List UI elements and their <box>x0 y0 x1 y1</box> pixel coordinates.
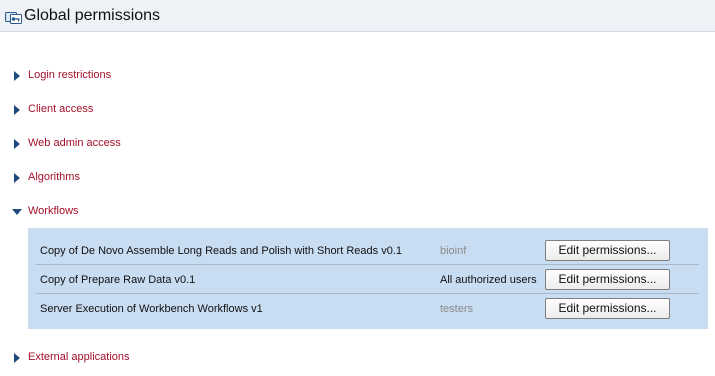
section-label[interactable]: Login restrictions <box>28 68 111 82</box>
expand-triangle-icon <box>14 139 20 149</box>
expand-triangle-icon <box>14 173 20 183</box>
page-header: Global permissions <box>0 0 715 32</box>
expand-triangle-icon <box>14 71 20 81</box>
section-label[interactable]: Web admin access <box>28 136 121 150</box>
workflow-group: bioinf <box>440 245 467 257</box>
page-title: Global permissions <box>24 7 161 24</box>
edit-permissions-button[interactable]: Edit permissions... <box>545 298 670 319</box>
workflow-row: Server Execution of Workbench Workflows … <box>36 294 699 322</box>
workflow-row: Copy of Prepare Raw Data v0.1 All author… <box>36 265 699 294</box>
section-label[interactable]: Algorithms <box>28 170 80 184</box>
edit-permissions-button[interactable]: Edit permissions... <box>545 269 670 290</box>
workflow-name: Copy of De Novo Assemble Long Reads and … <box>40 245 402 257</box>
permissions-icon <box>5 12 22 24</box>
section-label[interactable]: Workflows <box>28 204 79 218</box>
workflow-name: Server Execution of Workbench Workflows … <box>40 303 263 315</box>
section-label[interactable]: External applications <box>28 350 130 364</box>
edit-permissions-button[interactable]: Edit permissions... <box>545 240 670 261</box>
workflow-group: All authorized users <box>440 274 537 286</box>
section-label[interactable]: Client access <box>28 102 93 116</box>
workflow-name: Copy of Prepare Raw Data v0.1 <box>40 274 196 286</box>
workflow-row: Copy of De Novo Assemble Long Reads and … <box>36 236 699 265</box>
expand-triangle-icon <box>14 105 20 115</box>
workflow-group: testers <box>440 303 474 315</box>
collapse-triangle-icon <box>12 209 22 215</box>
expand-triangle-icon <box>14 353 20 363</box>
workflows-panel: Copy of De Novo Assemble Long Reads and … <box>28 228 708 329</box>
